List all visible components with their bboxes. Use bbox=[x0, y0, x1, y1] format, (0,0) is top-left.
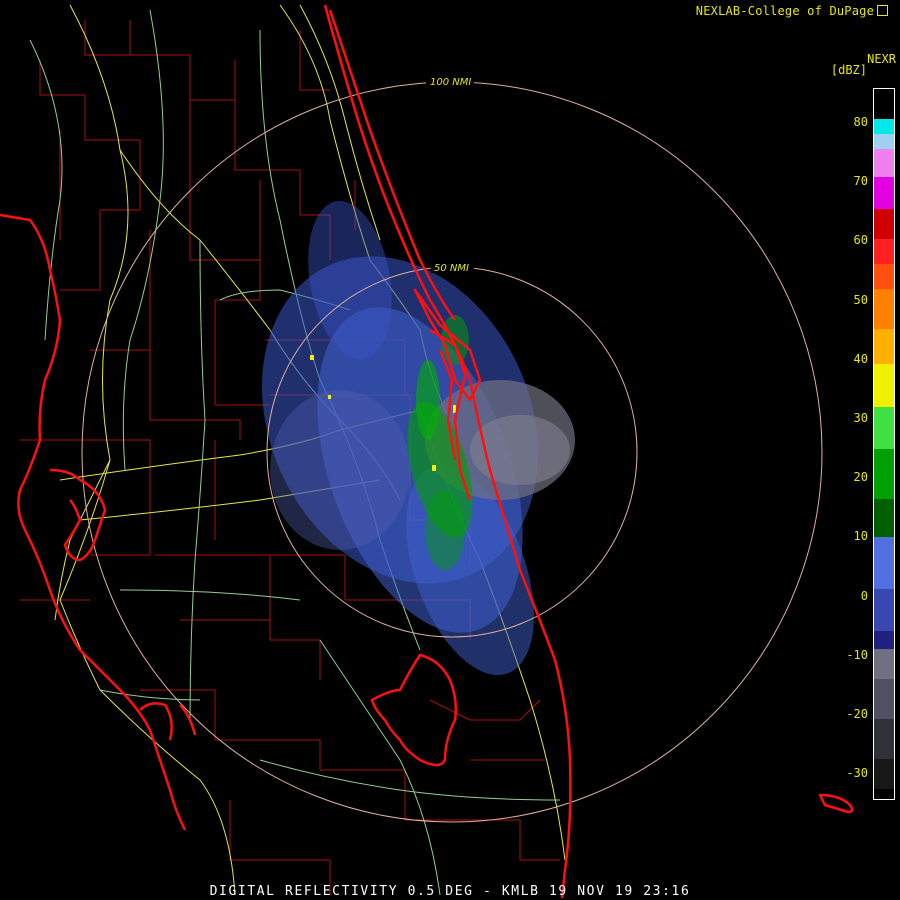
colorbar-segment bbox=[874, 407, 894, 449]
range-ring-label-100: 100 NMI bbox=[430, 77, 471, 88]
colorbar-segment bbox=[874, 177, 894, 209]
colorbar-tick-label: 70 bbox=[853, 174, 868, 189]
colorbar-tick-label: 0 bbox=[860, 588, 868, 603]
colorbar-segment bbox=[874, 649, 894, 679]
radar-map: 100 NMI 50 NMI bbox=[0, 4, 854, 899]
colorbar-tick-label: 30 bbox=[853, 411, 868, 425]
range-ring-label-50: 50 NMI bbox=[434, 263, 469, 274]
colorbar-segment bbox=[874, 149, 894, 177]
colorbar-segment bbox=[874, 759, 894, 789]
colorbar-tick-label: 10 bbox=[853, 529, 868, 544]
credit-text: NEXLAB-College of DuPage bbox=[695, 4, 874, 18]
colorbar-segment bbox=[874, 537, 894, 589]
colorbar-tick-label: 80 bbox=[853, 115, 868, 129]
colorbar-segment bbox=[874, 499, 894, 537]
credit-label: NEXLAB-College of DuPage bbox=[696, 4, 888, 18]
colorbar-segment bbox=[874, 589, 894, 631]
colorbar-segment bbox=[874, 449, 894, 499]
colorbar-tick-label: 60 bbox=[853, 233, 868, 248]
units-label: [dBZ] bbox=[830, 63, 867, 77]
colorbar-tick-label: 40 bbox=[853, 351, 868, 366]
product-caption: DIGITAL REFLECTIVITY 0.5 DEG - KMLB 19 N… bbox=[209, 884, 691, 899]
colorbar-segment bbox=[874, 679, 894, 719]
colorbar-segment bbox=[874, 364, 894, 407]
colorbar-segment bbox=[874, 719, 894, 759]
colorbar-segment bbox=[874, 264, 894, 289]
colorbar-segment bbox=[874, 239, 894, 264]
colorbar-tick-label: -10 bbox=[846, 647, 868, 662]
colorbar-tick-label: -30 bbox=[846, 766, 868, 781]
colorbar-segment bbox=[874, 209, 894, 239]
colorbar-segment bbox=[874, 329, 894, 364]
colorbar-segment bbox=[874, 89, 894, 119]
colorbar-segment bbox=[874, 289, 894, 329]
colorbar-segment bbox=[874, 134, 894, 149]
product-label: NEXR bbox=[867, 52, 896, 66]
colorbar-tick-label: 50 bbox=[853, 292, 868, 307]
colorbar bbox=[873, 88, 895, 800]
colorbar-segment bbox=[874, 631, 894, 649]
logo-mark-icon bbox=[877, 5, 888, 16]
colorbar-segment bbox=[874, 789, 894, 799]
colorbar-tick-label: 20 bbox=[853, 470, 868, 485]
colorbar-segment bbox=[874, 119, 894, 134]
colorbar-tick-label: -20 bbox=[846, 707, 868, 721]
